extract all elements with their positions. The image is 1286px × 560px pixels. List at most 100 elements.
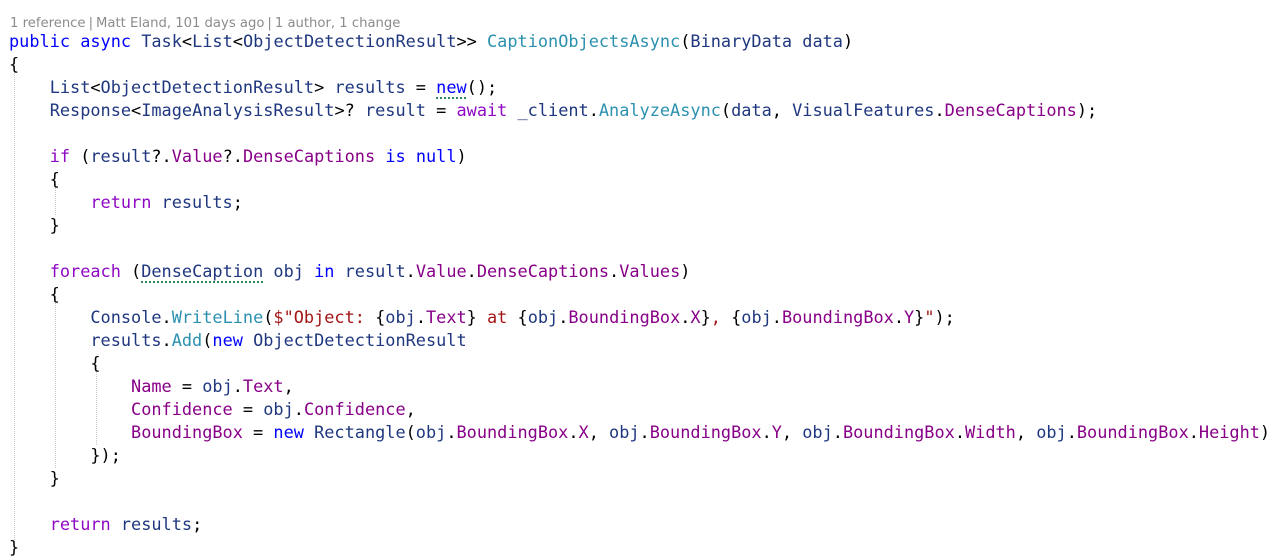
- code-token: X: [578, 422, 589, 442]
- code-token: ,: [771, 100, 793, 120]
- code-token: ): [842, 31, 854, 51]
- code-token: new: [436, 77, 467, 97]
- code-token: }: [914, 307, 925, 327]
- code-token: DenseCaption: [141, 261, 264, 281]
- code-token: results: [90, 330, 162, 350]
- code-token: .: [761, 422, 772, 442]
- code-token: await: [456, 100, 508, 120]
- code-token: {: [517, 307, 528, 327]
- code-token: Task: [141, 31, 182, 51]
- code-token: .: [1066, 422, 1077, 442]
- code-token: =: [171, 376, 203, 396]
- code-token: >>: [456, 31, 488, 51]
- code-token: <: [131, 100, 142, 120]
- code-line[interactable]: Response<ImageAnalysisResult>? result = …: [9, 99, 1098, 122]
- code-line[interactable]: {: [9, 283, 60, 306]
- code-token: Values: [619, 261, 681, 281]
- code-token: result: [90, 146, 152, 166]
- code-token: obj: [415, 422, 447, 442]
- code-token: <: [181, 31, 193, 51]
- code-line[interactable]: Name = obj.Text,: [9, 375, 294, 398]
- codelens-author-info[interactable]: Matt Eland, 101 days ago: [96, 16, 264, 31]
- code-token: (: [263, 307, 274, 327]
- code-line[interactable]: if (result?.Value?.DenseCaptions is null…: [9, 145, 467, 168]
- code-token: new: [273, 422, 304, 442]
- code-token: BoundingBox: [568, 307, 681, 327]
- code-token: {: [375, 307, 386, 327]
- code-token: =: [405, 77, 437, 97]
- code-token: .: [446, 422, 457, 442]
- code-line[interactable]: return results;: [9, 513, 203, 536]
- code-token: obj: [202, 376, 233, 396]
- code-line[interactable]: }: [9, 536, 19, 559]
- code-line[interactable]: List<ObjectDetectionResult> results = ne…: [9, 76, 498, 99]
- codelens-separator: |: [267, 16, 272, 31]
- code-token: CaptionObjectsAsync: [487, 31, 681, 51]
- code-line[interactable]: public async Task<List<ObjectDetectionRe…: [9, 30, 853, 53]
- code-line[interactable]: Confidence = obj.Confidence,: [9, 398, 416, 421]
- code-token: .: [161, 307, 172, 327]
- code-token: DenseCaptions: [944, 100, 1077, 120]
- code-token: BoundingBox: [456, 422, 569, 442]
- code-token: VisualFeatures: [792, 100, 935, 120]
- code-token: DenseCaptions: [242, 146, 376, 166]
- code-token: .: [934, 100, 945, 120]
- code-line[interactable]: {: [9, 168, 60, 191]
- code-line[interactable]: }: [9, 467, 60, 490]
- code-token: public: [9, 31, 71, 51]
- code-token: Rectangle: [314, 422, 406, 442]
- code-token: }: [9, 537, 20, 557]
- code-token: ;: [232, 192, 243, 212]
- code-token: }: [700, 307, 711, 327]
- code-line[interactable]: }: [9, 214, 60, 237]
- code-token: foreach: [49, 261, 121, 281]
- code-line[interactable]: Console.WriteLine($"Object: {obj.Text} a…: [9, 306, 955, 329]
- code-line[interactable]: foreach (DenseCaption obj in result.Valu…: [9, 260, 691, 283]
- code-token: });: [9, 445, 121, 465]
- code-token: Width: [964, 422, 1016, 442]
- code-token: .: [954, 422, 965, 442]
- code-line[interactable]: BoundingBox = new Rectangle(obj.Bounding…: [9, 421, 1270, 444]
- code-editor[interactable]: 1 reference | Matt Eland, 101 days ago | 1 a…: [0, 0, 1286, 560]
- code-token: =: [232, 399, 264, 419]
- code-token: .: [1188, 422, 1199, 442]
- code-token: .: [771, 307, 782, 327]
- codelens-changes[interactable]: 1 author, 1 change: [275, 16, 401, 31]
- code-token: ,: [588, 422, 610, 442]
- code-token: results: [161, 192, 233, 212]
- code-token: Console: [90, 307, 162, 327]
- code-line[interactable]: {: [9, 53, 19, 76]
- code-token: result: [344, 261, 406, 281]
- code-token: ,: [405, 399, 416, 419]
- code-token: .: [568, 422, 579, 442]
- code-token: null: [415, 146, 457, 166]
- code-token: Y: [904, 307, 915, 327]
- code-line[interactable]: return results;: [9, 191, 243, 214]
- code-token: Confidence: [131, 399, 233, 419]
- code-line[interactable]: });: [9, 444, 121, 467]
- code-line[interactable]: results.Add(new ObjectDetectionResult: [9, 329, 466, 352]
- code-token: .: [680, 307, 691, 327]
- code-token: {: [9, 284, 60, 304]
- codelens-references[interactable]: 1 reference: [10, 16, 86, 31]
- code-token: .: [232, 376, 243, 396]
- code-token: obj: [263, 399, 294, 419]
- code-token: return: [90, 192, 152, 212]
- code-token: (: [680, 31, 691, 51]
- code-line[interactable]: {: [9, 352, 100, 375]
- code-token: Response: [49, 100, 132, 120]
- code-token: if: [49, 146, 71, 166]
- code-token: ): [680, 261, 691, 281]
- code-token: .: [588, 100, 599, 120]
